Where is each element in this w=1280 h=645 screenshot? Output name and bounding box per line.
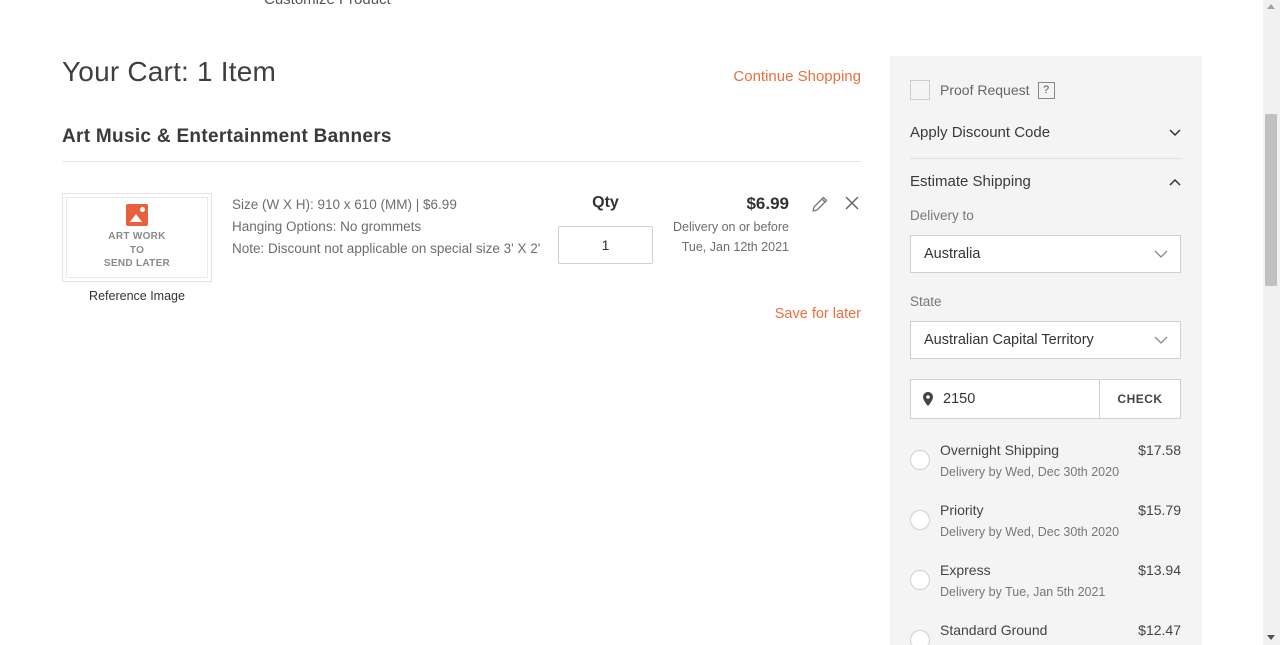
scroll-thumb[interactable]	[1265, 114, 1277, 286]
scroll-up-arrow-icon[interactable]	[1267, 4, 1275, 9]
qty-input[interactable]	[558, 226, 653, 264]
shipping-date: Delivery by Wed, Dec 30th 2020	[940, 465, 1120, 479]
country-select[interactable]: Australia	[910, 235, 1181, 273]
shipping-radio[interactable]	[910, 570, 930, 590]
top-nav-cut: Customize Product	[264, 0, 481, 8]
help-icon[interactable]: ?	[1037, 81, 1055, 99]
country-value: Australia	[924, 246, 981, 262]
shipping-option[interactable]: Standard Ground $12.47	[910, 622, 1181, 645]
zip-value: 2150	[943, 391, 976, 407]
product-category-title: Art Music & Entertainment Banners	[62, 126, 392, 147]
product-thumbnail: ART WORK TO SEND LATER	[62, 193, 212, 282]
shipping-price: $12.47	[1138, 622, 1181, 638]
pencil-icon[interactable]	[810, 194, 830, 214]
shipping-option[interactable]: Priority Delivery by Wed, Dec 30th 2020 …	[910, 502, 1181, 552]
accordion-divider	[910, 158, 1181, 159]
thumbnail-text: ART WORK TO SEND LATER	[103, 231, 171, 270]
shipping-price: $13.94	[1138, 562, 1181, 578]
delivery-to-label: Delivery to	[910, 208, 974, 223]
top-nav-item[interactable]: Customize Product	[264, 0, 391, 8]
shipping-name: Overnight Shipping	[940, 442, 1060, 458]
shipping-name: Express	[940, 562, 991, 578]
chevron-down-icon	[1154, 250, 1168, 258]
shipping-date: Delivery by Tue, Jan 5th 2021	[940, 585, 1106, 599]
image-icon	[126, 204, 148, 227]
state-label: State	[910, 294, 942, 309]
reference-image-label: Reference Image	[89, 289, 185, 303]
shipping-price: $17.58	[1138, 442, 1181, 458]
close-icon[interactable]	[843, 194, 861, 212]
delivery-date: Tue, Jan 12th 2021	[681, 240, 789, 254]
map-pin-icon	[923, 392, 933, 406]
proof-request-checkbox[interactable]	[910, 80, 930, 100]
item-details: Size (W X H): 910 x 610 (MM) | $6.99 Han…	[232, 194, 540, 260]
scroll-down-arrow-icon[interactable]	[1267, 635, 1275, 640]
shipping-price: $15.79	[1138, 502, 1181, 518]
check-button[interactable]: CHECK	[1099, 380, 1180, 418]
discount-label: Apply Discount Code	[910, 124, 1051, 141]
chevron-down-icon	[1169, 128, 1181, 136]
proof-request-row: Proof Request ?	[910, 80, 1055, 100]
shipping-name: Priority	[940, 502, 984, 518]
state-value: Australian Capital Territory	[924, 332, 1094, 348]
delivery-estimate: Delivery on or before Tue, Jan 12th 2021	[673, 217, 789, 257]
shipping-radio[interactable]	[910, 630, 930, 645]
shipping-radio[interactable]	[910, 450, 930, 470]
shipping-date: Delivery by Wed, Dec 30th 2020	[940, 525, 1120, 539]
zip-input[interactable]: 2150	[911, 380, 1099, 418]
shipping-option[interactable]: Express Delivery by Tue, Jan 5th 2021 $1…	[910, 562, 1181, 612]
zip-check-row: 2150 CHECK	[910, 379, 1181, 419]
chevron-down-icon	[1154, 336, 1168, 344]
chevron-up-icon	[1169, 178, 1181, 186]
estimate-shipping-toggle[interactable]: Estimate Shipping	[910, 173, 1181, 190]
apply-discount-toggle[interactable]: Apply Discount Code	[910, 124, 1181, 141]
state-select[interactable]: Australian Capital Territory	[910, 321, 1181, 359]
delivery-line: Delivery on or before	[672, 220, 789, 234]
size-line: Size (W X H): 910 x 610 (MM) | $6.99	[232, 197, 457, 212]
item-price: $6.99	[746, 194, 789, 213]
shipping-radio[interactable]	[910, 510, 930, 530]
section-divider	[62, 161, 861, 162]
estimate-shipping-label: Estimate Shipping	[910, 173, 1031, 190]
shipping-option[interactable]: Overnight Shipping Delivery by Wed, Dec …	[910, 442, 1181, 492]
page-scrollbar[interactable]	[1263, 0, 1280, 645]
continue-shopping-link[interactable]: Continue Shopping	[733, 68, 861, 85]
proof-request-label: Proof Request	[940, 82, 1030, 98]
qty-label: Qty	[592, 194, 619, 211]
note-line: Note: Discount not applicable on special…	[232, 241, 541, 256]
save-for-later-link[interactable]: Save for later	[775, 306, 861, 322]
order-sidebar: Proof Request ? Apply Discount Code Esti…	[890, 56, 1202, 645]
shipping-name: Standard Ground	[940, 622, 1048, 638]
hanging-line: Hanging Options: No grommets	[232, 219, 422, 234]
cart-title: Your Cart: 1 Item	[62, 56, 277, 87]
